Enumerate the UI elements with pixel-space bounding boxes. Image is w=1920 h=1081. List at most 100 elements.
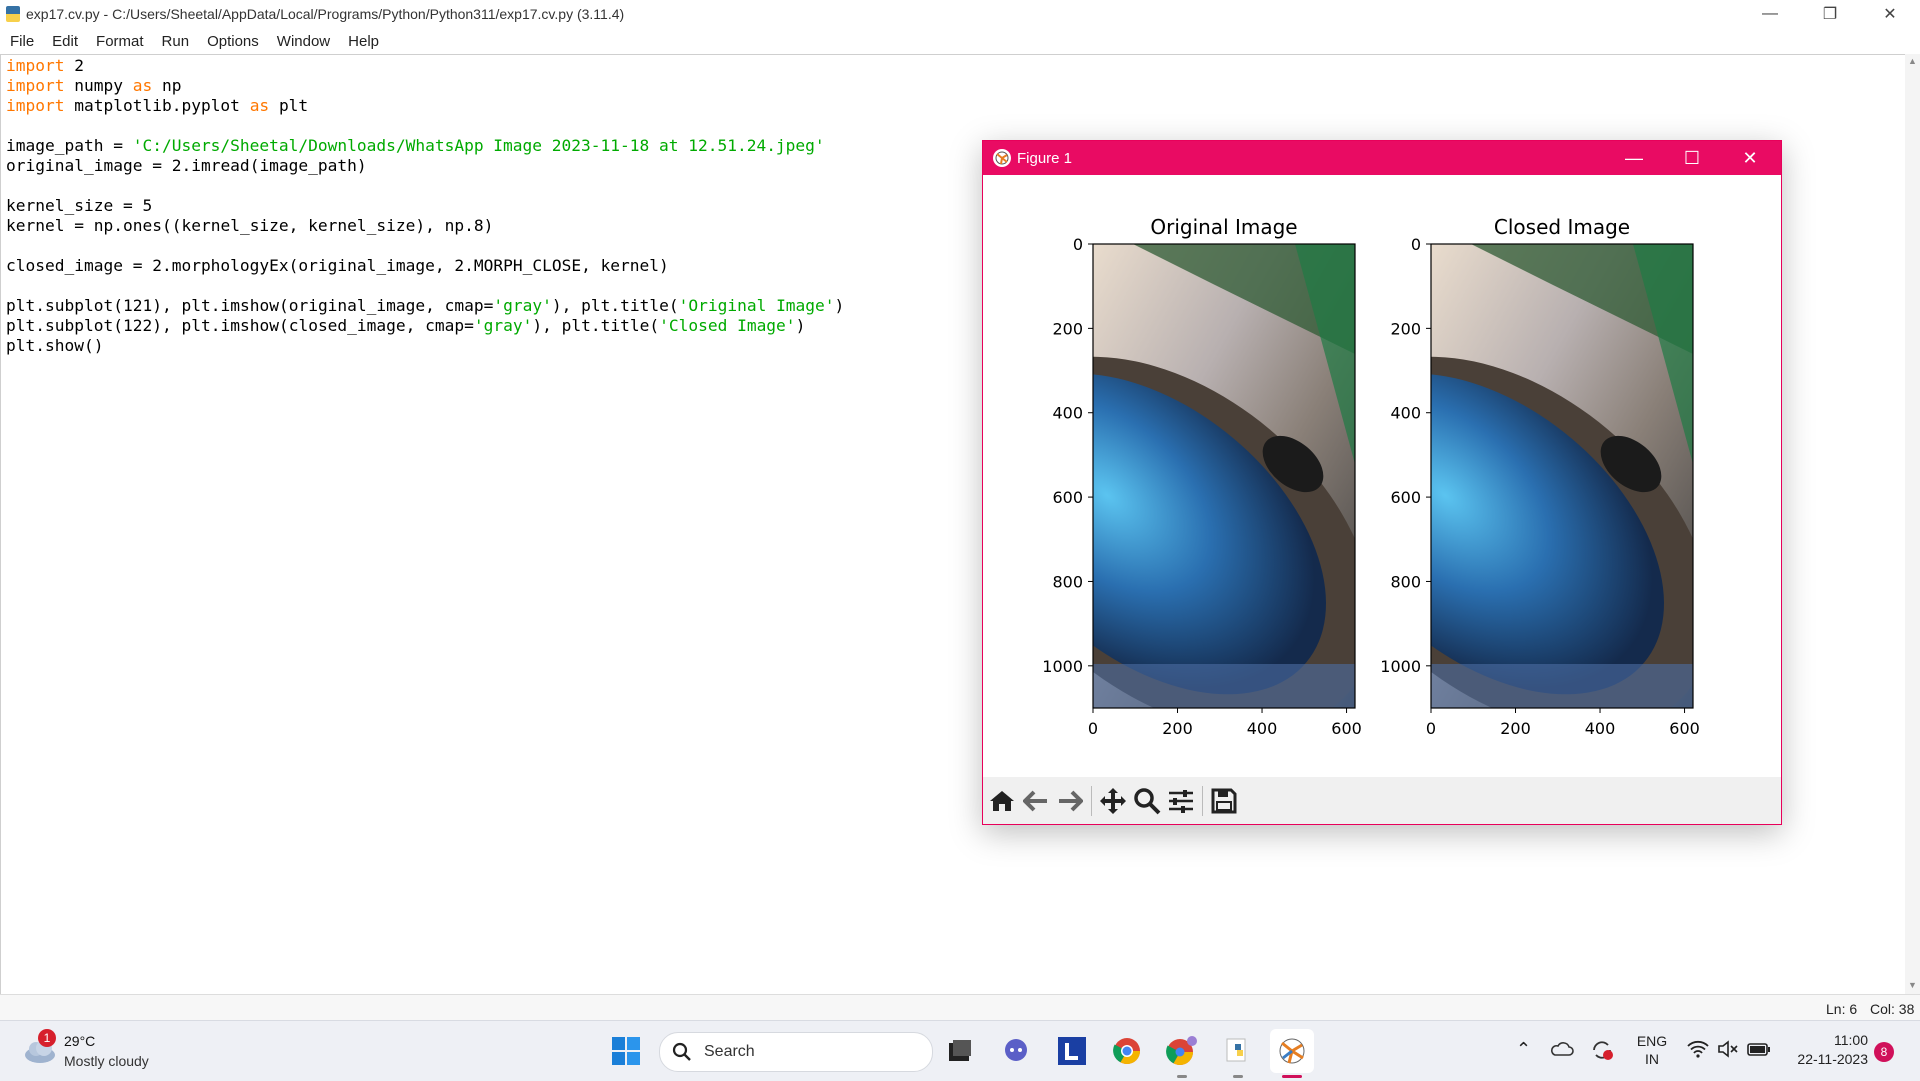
subplot-title: Original Image: [1150, 215, 1297, 239]
volume-muted-icon[interactable]: [1716, 1039, 1740, 1062]
python-icon: [1226, 1038, 1246, 1062]
menu-edit[interactable]: Edit: [52, 33, 78, 50]
weather-widget[interactable]: 1 29°C Mostly cloudy: [22, 1029, 149, 1070]
search-label: Search: [704, 1043, 755, 1060]
x-tick-label: 200: [1162, 719, 1193, 738]
figure-title: Figure 1: [1017, 149, 1073, 167]
teams-chat-button[interactable]: [994, 1029, 1038, 1073]
back-arrow-icon[interactable]: [1019, 784, 1053, 818]
code-line[interactable]: [6, 176, 844, 196]
weather-alert-badge: 1: [38, 1029, 56, 1047]
x-tick-label: 0: [1426, 719, 1436, 738]
task-view-button[interactable]: [938, 1029, 982, 1073]
chat-icon: [1005, 1039, 1027, 1061]
y-tick-label: 400: [1390, 404, 1421, 423]
y-tick-label: 200: [1052, 319, 1083, 338]
menu-window[interactable]: Window: [277, 33, 330, 50]
code-line[interactable]: plt.show(): [6, 336, 844, 356]
python-idle-button[interactable]: [1216, 1029, 1260, 1078]
y-tick-label: 0: [1411, 235, 1421, 254]
window-title: exp17.cv.py - C:/Users/Sheetal/AppData/L…: [26, 6, 625, 22]
code-line[interactable]: [6, 116, 844, 136]
figure-minimize-button[interactable]: —: [1605, 141, 1663, 175]
y-tick-label: 1000: [1380, 657, 1421, 676]
forward-arrow-icon[interactable]: [1053, 784, 1087, 818]
notification-badge[interactable]: 8: [1874, 1042, 1894, 1062]
code-line[interactable]: plt.subplot(121), plt.imshow(original_im…: [6, 296, 844, 316]
language-region: IN: [1645, 1051, 1659, 1067]
save-icon[interactable]: [1207, 784, 1241, 818]
python-file-icon: [6, 6, 20, 22]
running-indicator: [1177, 1075, 1187, 1078]
menu-options[interactable]: Options: [207, 33, 259, 50]
show-hidden-icons-icon[interactable]: ⌃: [1516, 1039, 1531, 1060]
scroll-up-icon[interactable]: ▲: [1908, 56, 1917, 66]
clock[interactable]: 11:00 22-11-2023: [1782, 1032, 1868, 1067]
weather-temperature: 29°C: [64, 1033, 96, 1049]
figure-window[interactable]: Figure 1 — ☐ ✕ Original Image 0 200 400 600 8…: [982, 140, 1782, 825]
chrome-profile-button[interactable]: [1160, 1029, 1204, 1078]
status-bar: Ln: 6 Col: 38: [0, 994, 1920, 1021]
restore-button[interactable]: ❐: [1800, 0, 1860, 28]
code-line[interactable]: import matplotlib.pyplot as plt: [6, 96, 844, 116]
code-line[interactable]: kernel = np.ones((kernel_size, kernel_si…: [6, 216, 844, 236]
chrome-icon: [1113, 1038, 1141, 1065]
l-app-icon: [1058, 1037, 1086, 1065]
matplotlib-icon: [1279, 1038, 1305, 1064]
zoom-icon[interactable]: [1130, 784, 1164, 818]
code-line[interactable]: kernel_size = 5: [6, 196, 844, 216]
chrome-button[interactable]: [1105, 1029, 1149, 1073]
x-tick-label: 600: [1669, 719, 1700, 738]
code-line[interactable]: closed_image = 2.morphologyEx(original_i…: [6, 256, 844, 276]
menu-file[interactable]: File: [10, 33, 34, 50]
scroll-down-icon[interactable]: ▼: [1908, 980, 1917, 990]
matplotlib-figure-button[interactable]: [1270, 1029, 1314, 1078]
menu-bar: File Edit Format Run Options Window Help: [0, 29, 1920, 53]
figure-title-bar[interactable]: Figure 1 — ☐ ✕: [983, 141, 1781, 175]
code-line[interactable]: import 2: [6, 56, 844, 76]
configure-subplots-icon[interactable]: [1164, 784, 1198, 818]
clock-date: 22-11-2023: [1797, 1051, 1868, 1067]
task-view-icon: [949, 1040, 971, 1061]
x-tick-label: 400: [1247, 719, 1278, 738]
code-line[interactable]: [6, 276, 844, 296]
code-editor[interactable]: import 2 import numpy as np import matplot…: [6, 56, 844, 356]
minimize-button[interactable]: —: [1740, 0, 1800, 28]
matplotlib-logo-icon: [993, 149, 1011, 167]
code-line[interactable]: import numpy as np: [6, 76, 844, 96]
y-tick-label: 800: [1052, 572, 1083, 591]
close-button[interactable]: ✕: [1860, 0, 1920, 28]
toolbar-separator: [1091, 785, 1092, 816]
x-tick-label: 200: [1500, 719, 1531, 738]
home-icon[interactable]: [985, 784, 1019, 818]
figure-close-button[interactable]: ✕: [1721, 141, 1779, 175]
code-line[interactable]: image_path = 'C:/Users/Sheetal/Downloads…: [6, 136, 844, 156]
menu-format[interactable]: Format: [96, 33, 144, 50]
editor-scrollbar[interactable]: ▲ ▼: [1905, 54, 1920, 994]
toolbar-separator: [1202, 785, 1203, 816]
running-indicator: [1233, 1075, 1243, 1078]
editor-title-bar: exp17.cv.py - C:/Users/Sheetal/AppData/L…: [0, 0, 1920, 28]
y-tick-label: 400: [1052, 404, 1083, 423]
figure-maximize-button[interactable]: ☐: [1663, 141, 1721, 175]
pan-icon[interactable]: [1096, 784, 1130, 818]
y-tick-label: 1000: [1042, 657, 1083, 676]
menu-help[interactable]: Help: [348, 33, 379, 50]
language-indicator[interactable]: ENG IN: [1636, 1033, 1668, 1067]
app-l-button[interactable]: [1050, 1029, 1094, 1073]
taskbar: 1 29°C Mostly cloudy Search ⌃ ENG IN 11:…: [0, 1020, 1920, 1081]
y-tick-label: 800: [1390, 572, 1421, 591]
menu-run[interactable]: Run: [162, 33, 190, 50]
windows-icon: [612, 1037, 640, 1065]
search-box[interactable]: Search: [659, 1032, 933, 1072]
battery-icon[interactable]: [1746, 1039, 1772, 1062]
onedrive-icon[interactable]: [1550, 1039, 1574, 1062]
sync-alert-icon[interactable]: [1590, 1039, 1614, 1064]
x-tick-label: 0: [1088, 719, 1098, 738]
start-button[interactable]: [604, 1029, 648, 1073]
code-line[interactable]: [6, 236, 844, 256]
code-line[interactable]: original_image = 2.imread(image_path): [6, 156, 844, 176]
wifi-icon[interactable]: [1686, 1039, 1710, 1062]
code-line[interactable]: plt.subplot(122), plt.imshow(closed_imag…: [6, 316, 844, 336]
figure-canvas[interactable]: Original Image 0 200 400 600 800 1000 0 200 400 60…: [983, 175, 1781, 775]
